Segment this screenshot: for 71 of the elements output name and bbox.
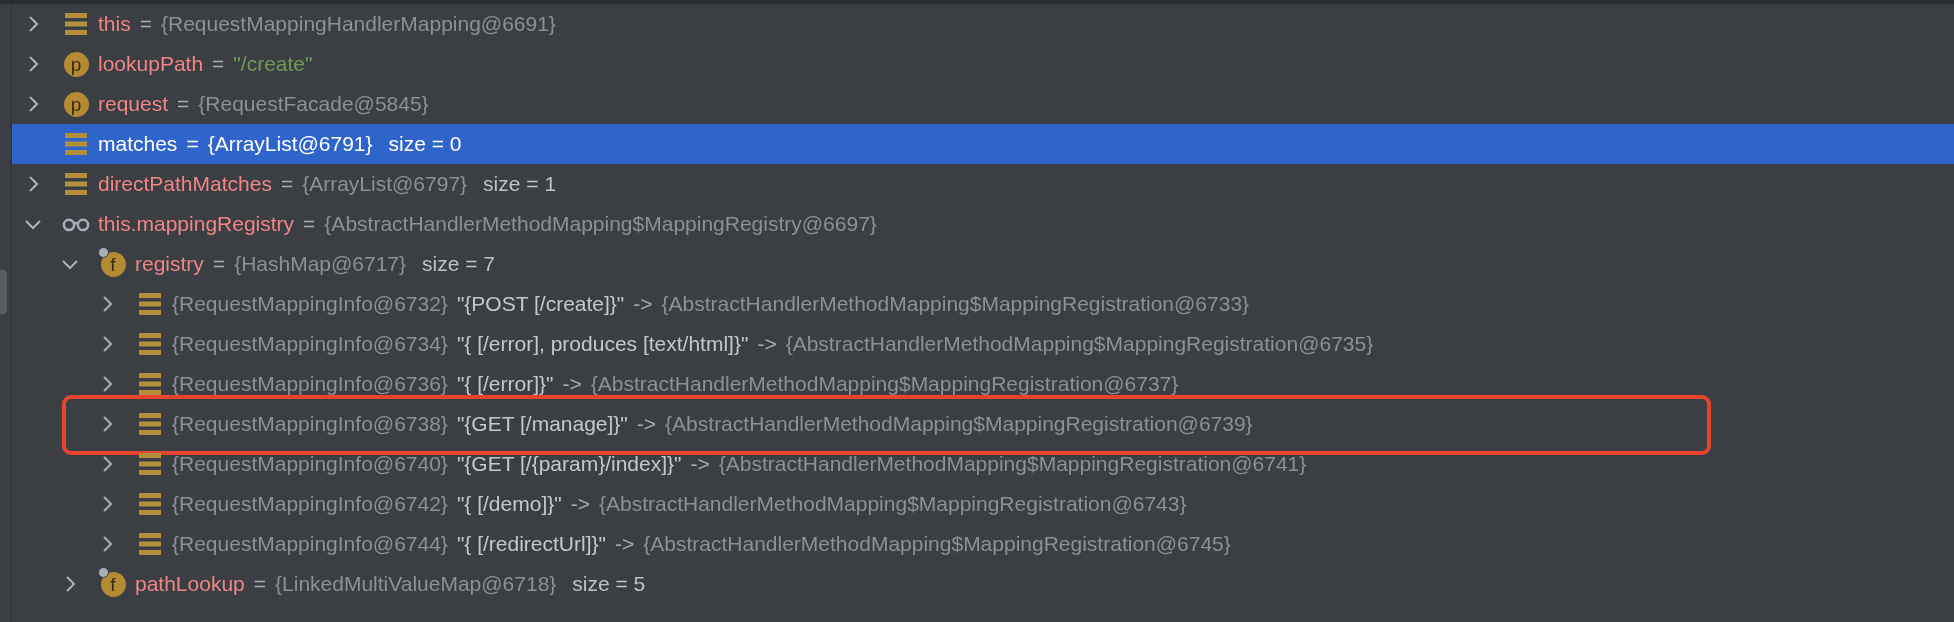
separator: ->	[570, 492, 590, 516]
separator: =	[303, 212, 316, 236]
size-text: size = 0	[388, 132, 462, 156]
variable-value: {AbstractHandlerMethodMapping$MappingRegistration@6743}	[598, 492, 1187, 516]
variable-value: {LinkedMultiValueMap@6718}	[275, 572, 557, 596]
size-text: size = 7	[422, 252, 496, 276]
separator: ->	[615, 532, 635, 556]
separator: =	[212, 52, 225, 76]
scrollbar[interactable]	[0, 270, 7, 314]
glasses-icon	[62, 216, 90, 232]
stack-icon	[139, 332, 161, 356]
entry-key: {RequestMappingInfo@6742}	[172, 492, 448, 516]
variable-value: {AbstractHandlerMethodMapping$MappingRegistration@6739}	[665, 412, 1253, 436]
variable-name: directPathMatches	[98, 172, 272, 196]
separator: ->	[757, 332, 777, 356]
variable-name: this	[98, 12, 131, 36]
variable-name: pathLookup	[135, 572, 245, 596]
separator: =	[253, 572, 267, 596]
variable-value: {RequestFacade@5845}	[198, 92, 429, 116]
separator: =	[139, 12, 152, 36]
entry-key: {RequestMappingInfo@6744}	[172, 532, 448, 556]
separator: =	[212, 252, 226, 276]
separator: ->	[690, 452, 710, 476]
stack-icon	[139, 492, 161, 516]
size-text: size = 1	[483, 172, 557, 196]
variable-value: {AbstractHandlerMethodMapping$MappingRegistry@6697}	[324, 212, 877, 236]
stack-icon	[139, 372, 161, 396]
entry-label: "{GET [/manage]}"	[456, 412, 628, 436]
entry-label: "{GET [/{param}/index]}"	[456, 452, 682, 476]
separator: =	[186, 132, 199, 156]
separator: ->	[636, 412, 657, 436]
variable-value: {HashMap@6717}	[234, 252, 407, 276]
stack-icon	[139, 452, 161, 476]
stack-icon	[139, 412, 161, 436]
stack-icon	[139, 292, 161, 316]
entry-label: "{ [/error]}"	[456, 372, 554, 396]
entry-key: {RequestMappingInfo@6740}	[172, 452, 448, 476]
variable-name: this.mappingRegistry	[98, 212, 295, 236]
entry-key: {RequestMappingInfo@6736}	[172, 372, 448, 396]
selected-tree-row[interactable]: matches = {ArrayList@6791} size = 0	[12, 124, 1954, 164]
entry-key: {RequestMappingInfo@6732}	[172, 292, 448, 316]
variable-value: {AbstractHandlerMethodMapping$MappingRegistration@6741}	[718, 452, 1307, 476]
separator: ->	[562, 372, 582, 396]
entry-key: {RequestMappingInfo@6734}	[172, 332, 448, 356]
entry-label: "{ [/redirectUrl]}"	[456, 532, 606, 556]
variable-name: matches	[98, 132, 178, 156]
stack-icon	[139, 532, 161, 556]
variable-value: {ArrayList@6791}	[207, 132, 373, 156]
variable-value: {RequestMappingHandlerMapping@6691}	[160, 12, 556, 36]
stack-icon	[65, 132, 87, 156]
stack-icon	[65, 12, 87, 36]
variable-value: "/create"	[233, 52, 313, 76]
parameter-icon: p	[63, 91, 89, 117]
variable-name: registry	[135, 252, 204, 276]
separator: ->	[633, 292, 653, 316]
entry-label: "{ [/error], produces [text/html]}"	[456, 332, 749, 356]
separator: =	[280, 172, 294, 196]
entry-label: "{POST [/create]}"	[456, 292, 625, 316]
entry-label: "{ [/demo]}"	[456, 492, 562, 516]
variable-name: request	[98, 92, 169, 116]
variable-value: {AbstractHandlerMethodMapping$MappingRegistration@6735}	[785, 332, 1374, 356]
stack-icon	[65, 172, 87, 196]
entry-key: {RequestMappingInfo@6738}	[172, 412, 448, 436]
variable-value: {AbstractHandlerMethodMapping$MappingRegistration@6733}	[661, 292, 1250, 316]
variable-name: lookupPath	[98, 52, 204, 76]
variable-value: {AbstractHandlerMethodMapping$MappingRegistration@6737}	[590, 372, 1179, 396]
separator: =	[177, 92, 190, 116]
variable-value: {AbstractHandlerMethodMapping$MappingRegistration@6745}	[643, 532, 1231, 556]
size-text: size = 5	[572, 572, 646, 596]
variable-value: {ArrayList@6797}	[302, 172, 468, 196]
parameter-icon: p	[63, 51, 89, 77]
